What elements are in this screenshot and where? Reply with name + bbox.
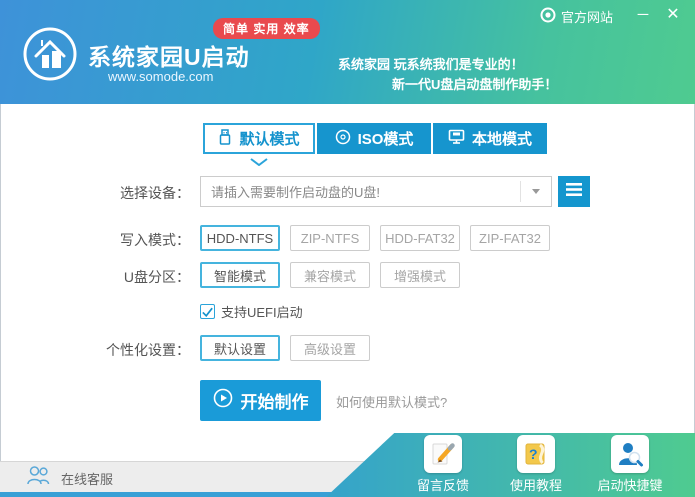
start-button-label: 开始制作 — [240, 393, 309, 412]
partition-options: 智能模式 兼容模式 增强模式 — [200, 262, 470, 288]
official-site-label: 官方网站 — [561, 10, 614, 25]
customer-service-icon — [26, 465, 53, 491]
tutorial-label: 使用教程 — [509, 478, 562, 493]
write-mode-zip-fat32[interactable]: ZIP-FAT32 — [470, 225, 550, 251]
app-title: 系统家园U启动 — [88, 44, 250, 70]
feedback-icon — [424, 435, 462, 473]
device-placeholder: 请插入需要制作启动盘的U盘! — [211, 185, 381, 200]
tab-label: 默认模式 — [239, 131, 300, 148]
partition-smart[interactable]: 智能模式 — [200, 262, 280, 288]
tagline-line1: 系统家园 玩系统我们是专业的！ — [338, 57, 524, 72]
personalize-label: 个性化设置： — [106, 342, 190, 358]
chevron-down-icon — [532, 189, 540, 194]
online-service-label: 在线客服 — [61, 471, 114, 487]
uefi-checkbox[interactable] — [200, 304, 215, 319]
minimize-button[interactable]: ─ — [630, 2, 656, 26]
close-button[interactable]: ✕ — [660, 2, 686, 26]
start-button[interactable]: 开始制作 — [200, 380, 321, 421]
personalize-default[interactable]: 默认设置 — [200, 335, 280, 361]
uefi-label: 支持UEFI启动 — [221, 305, 303, 320]
feedback-button[interactable]: 留言反馈 — [403, 435, 483, 494]
feedback-label: 留言反馈 — [416, 478, 469, 493]
tab-default-mode[interactable]: 默认模式 — [203, 123, 315, 154]
partition-compatible[interactable]: 兼容模式 — [290, 262, 370, 288]
official-site-link[interactable]: 官方网站 — [540, 7, 613, 26]
mode-tabs: 默认模式 ISO模式 本地模式 — [203, 123, 547, 154]
partition-label: U盘分区： — [123, 269, 190, 285]
write-mode-hdd-ntfs[interactable]: HDD-NTFS — [200, 225, 280, 251]
feature-badge: 简单 实用 效率 — [213, 18, 320, 39]
uefi-checkbox-row[interactable]: 支持UEFI启动 — [200, 302, 303, 321]
website-url: www.somode.com — [108, 69, 214, 84]
write-mode-zip-ntfs[interactable]: ZIP-NTFS — [290, 225, 370, 251]
hotkey-icon — [611, 435, 649, 473]
device-label: 选择设备： — [120, 185, 190, 201]
help-link[interactable]: 如何使用默认模式? — [336, 392, 447, 411]
tutorial-icon: ? — [517, 435, 555, 473]
write-mode-label: 写入模式： — [120, 232, 190, 248]
app-window: 系统家园U启动 www.somode.com 简单 实用 效率 系统家园 玩系统… — [0, 0, 695, 497]
hamburger-icon — [566, 182, 582, 201]
tab-label: 本地模式 — [471, 131, 532, 148]
write-mode-hdd-fat32[interactable]: HDD-FAT32 — [380, 225, 460, 251]
tagline-line2: 新一代U盘启动盘制作助手！ — [392, 77, 558, 92]
play-icon — [213, 388, 233, 413]
header: 系统家园U启动 www.somode.com 简单 实用 效率 系统家园 玩系统… — [0, 0, 695, 104]
write-mode-options: HDD-NTFS ZIP-NTFS HDD-FAT32 ZIP-FAT32 — [200, 225, 560, 251]
hotkey-button[interactable]: 启动快捷键 — [590, 435, 670, 494]
app-logo-icon — [22, 26, 78, 82]
svg-text:?: ? — [529, 446, 538, 462]
hotkey-label: 启动快捷键 — [597, 478, 663, 493]
active-tab-caret-icon — [250, 153, 268, 171]
device-menu-button[interactable] — [558, 176, 590, 207]
personalize-advanced[interactable]: 高级设置 — [290, 335, 370, 361]
tutorial-button[interactable]: ? 使用教程 — [496, 435, 576, 494]
online-service-button[interactable]: 在线客服 — [26, 465, 113, 491]
device-select[interactable]: 请插入需要制作启动盘的U盘! — [200, 176, 552, 207]
device-select-caret[interactable] — [520, 181, 551, 202]
tab-label: ISO模式 — [357, 131, 414, 148]
monitor-icon — [448, 129, 465, 149]
official-site-icon — [540, 7, 556, 26]
usb-icon — [218, 128, 232, 149]
personalize-options: 默认设置 高级设置 — [200, 335, 380, 361]
partition-enhanced[interactable]: 增强模式 — [380, 262, 460, 288]
tab-local-mode[interactable]: 本地模式 — [433, 123, 547, 154]
tab-iso-mode[interactable]: ISO模式 — [317, 123, 431, 154]
disc-icon — [335, 129, 351, 149]
